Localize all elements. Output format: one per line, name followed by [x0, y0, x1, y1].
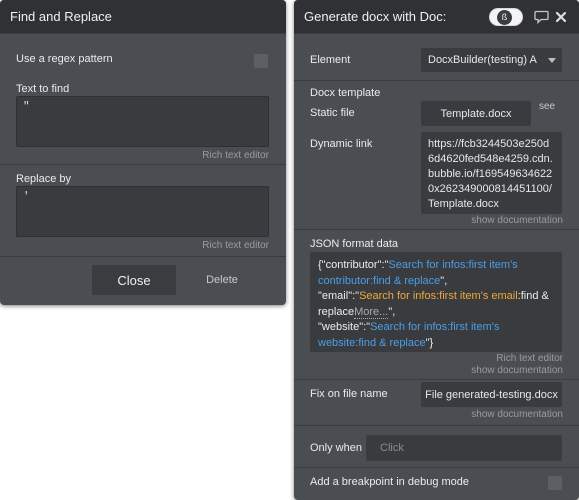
- rich-text-editor-link[interactable]: Rich text editor: [496, 353, 563, 364]
- avatar-icon: ß: [497, 9, 512, 25]
- generate-docx-title: Generate docx with Doc:: [304, 9, 447, 24]
- element-select-value: DocxBuilder(testing) A: [428, 54, 537, 66]
- json-text: {"contributor":": [318, 259, 389, 271]
- find-replace-panel: Find and Replace Use a regex pattern Tex…: [0, 0, 286, 305]
- json-text: "}: [425, 336, 434, 349]
- dynamic-expression[interactable]: Search for infos:first item's email: [359, 290, 518, 302]
- json-text: ",: [440, 274, 448, 287]
- dynamic-link-label: Dynamic link: [310, 138, 373, 150]
- element-select[interactable]: DocxBuilder(testing) A: [421, 48, 562, 72]
- only-when-label: Only when: [310, 442, 362, 454]
- divider: [294, 467, 579, 468]
- divider: [294, 425, 579, 426]
- fix-file-name-label: Fix on file name: [310, 388, 388, 400]
- json-format-field[interactable]: {"contributor":" Search for infos:first i…: [310, 252, 562, 352]
- static-file-field[interactable]: Template.docx: [421, 101, 531, 126]
- action-enabled-toggle[interactable]: ß: [489, 7, 523, 26]
- show-documentation-link[interactable]: show documentation: [471, 365, 563, 376]
- json-text: "email":": [318, 290, 360, 302]
- generate-docx-panel: Generate docx with Doc: ß Element DocxBu…: [294, 0, 579, 500]
- fix-file-name-field[interactable]: File generated-testing.docx: [421, 382, 562, 407]
- text-to-find-label: Text to find: [16, 83, 70, 95]
- json-text: "website":": [318, 321, 371, 333]
- divider: [294, 80, 579, 81]
- docx-template-label: Docx template: [310, 87, 381, 99]
- see-link[interactable]: see: [539, 101, 555, 112]
- breakpoint-label: Add a breakpoint in debug mode: [310, 476, 470, 488]
- text-to-find-input[interactable]: ": [16, 96, 269, 147]
- only-when-input[interactable]: Click: [366, 435, 562, 461]
- find-replace-header[interactable]: Find and Replace: [0, 0, 286, 34]
- static-file-label: Static file: [310, 107, 355, 119]
- find-rich-text-editor-link[interactable]: Rich text editor: [202, 150, 269, 161]
- replace-rich-text-editor-link[interactable]: Rich text editor: [202, 240, 269, 251]
- find-replace-title: Find and Replace: [10, 9, 112, 24]
- divider: [0, 164, 286, 165]
- divider: [0, 256, 286, 257]
- show-documentation-link[interactable]: show documentation: [471, 215, 563, 226]
- replace-by-label: Replace by: [16, 173, 72, 185]
- delete-button[interactable]: Delete: [198, 265, 246, 295]
- divider: [294, 229, 579, 230]
- close-icon[interactable]: [553, 9, 569, 25]
- json-text: ",: [388, 305, 396, 318]
- only-when-placeholder: Click: [380, 442, 404, 454]
- chevron-down-icon: [548, 57, 556, 63]
- regex-checkbox[interactable]: [254, 54, 268, 68]
- dynamic-link-field[interactable]: https://fcb3244503e250d6d4620fed548e4259…: [421, 132, 562, 214]
- regex-label: Use a regex pattern: [16, 53, 113, 65]
- divider: [294, 379, 579, 380]
- more-link[interactable]: More...: [354, 305, 389, 319]
- json-format-label: JSON format data: [310, 238, 399, 250]
- replace-by-input[interactable]: ': [16, 186, 269, 237]
- show-documentation-link[interactable]: show documentation: [471, 409, 563, 420]
- element-label: Element: [310, 54, 351, 66]
- comment-icon[interactable]: [533, 9, 549, 25]
- breakpoint-checkbox[interactable]: [548, 476, 562, 490]
- close-button[interactable]: Close: [92, 265, 176, 295]
- generate-docx-header[interactable]: Generate docx with Doc: ß: [294, 0, 579, 34]
